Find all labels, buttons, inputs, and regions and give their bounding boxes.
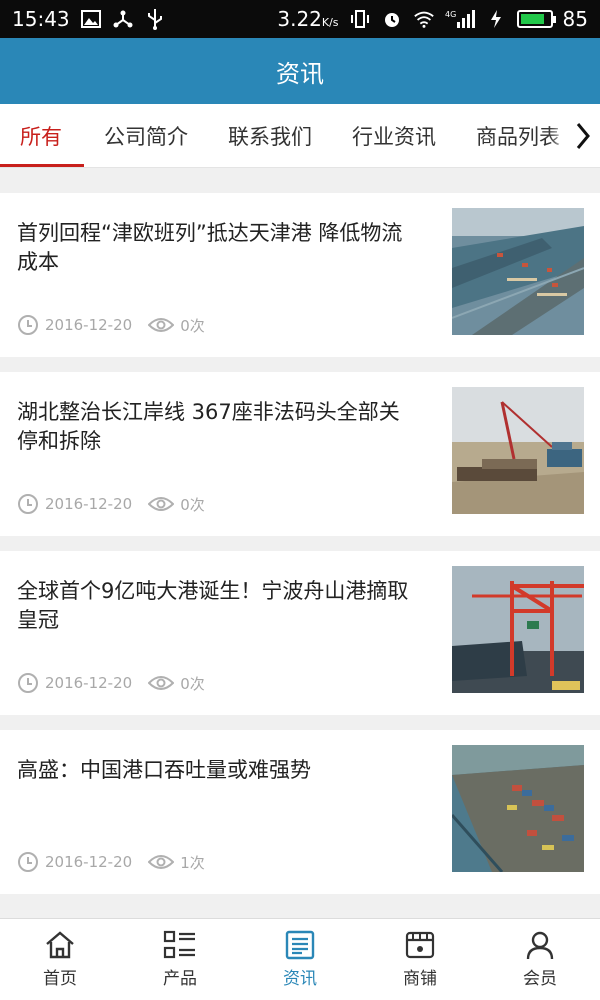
chevron-right-icon <box>576 123 590 149</box>
news-thumbnail[interactable] <box>452 208 584 335</box>
tab-industry-news-label: 行业资讯 <box>352 124 436 149</box>
shop-icon <box>405 931 435 959</box>
news-date: 2016-12-20 <box>45 495 133 513</box>
network-speed-unit: K/s <box>321 16 339 29</box>
battery-icon <box>516 10 556 28</box>
tabs-scroll-right-button[interactable] <box>566 104 600 167</box>
eye-icon <box>148 853 175 871</box>
nav-shop-label: 商铺 <box>403 969 437 989</box>
news-item[interactable]: 全球首个9亿吨大港诞生！宁波舟山港摘取皇冠 2016-12-20 0次 <box>0 551 600 715</box>
nav-news[interactable]: 资讯 <box>240 919 360 1000</box>
page-title: 资讯 <box>276 59 324 88</box>
share-icon <box>112 8 134 30</box>
news-thumbnail[interactable] <box>452 745 584 872</box>
news-title[interactable]: 首列回程“津欧班列”抵达天津港 降低物流成本 <box>17 219 417 277</box>
news-list: 首列回程“津欧班列”抵达天津港 降低物流成本 2016-12-20 0次 湖北整… <box>0 193 600 909</box>
usb-icon <box>144 8 166 30</box>
nav-shop[interactable]: 商铺 <box>360 919 480 1000</box>
grid-list-icon <box>163 930 195 959</box>
tab-company-intro-label: 公司简介 <box>104 124 188 149</box>
tab-industry-news[interactable]: 行业资讯 <box>332 104 456 167</box>
tab-product-list[interactable]: 商品列表 <box>456 104 580 167</box>
tab-all-label: 所有 <box>20 124 62 149</box>
tab-contact-us-label: 联系我们 <box>228 124 312 149</box>
news-item[interactable]: 高盛：中国港口吞吐量或难强势 2016-12-20 1次 <box>0 730 600 894</box>
news-views: 0次 <box>180 495 205 514</box>
news-item[interactable]: 湖北整治长江岸线 367座非法码头全部关停和拆除 2016-12-20 0次 <box>0 372 600 536</box>
news-date: 2016-12-20 <box>45 316 133 334</box>
nav-products-label: 产品 <box>163 969 197 989</box>
clock-icon <box>17 672 39 694</box>
nav-products[interactable]: 产品 <box>120 919 240 1000</box>
news-meta: 2016-12-20 0次 <box>17 314 205 336</box>
network-speed-value: 3.22 <box>277 7 322 31</box>
tab-all[interactable]: 所有 <box>0 104 84 167</box>
user-icon <box>526 931 554 960</box>
status-bar: 15:43 3.22K/s 4G 85 <box>0 0 600 38</box>
tab-product-list-label: 商品列表 <box>476 124 560 149</box>
nav-home[interactable]: 首页 <box>0 919 120 1000</box>
tab-contact-us[interactable]: 联系我们 <box>208 104 332 167</box>
clock-icon <box>17 851 39 873</box>
charging-icon <box>485 8 507 30</box>
signal-label: 4G <box>445 10 456 19</box>
clock-icon <box>17 493 39 515</box>
category-tabs: 所有 公司简介 联系我们 行业资讯 商品列表 <box>0 104 600 168</box>
news-title[interactable]: 全球首个9亿吨大港诞生！宁波舟山港摘取皇冠 <box>17 577 417 635</box>
news-views: 0次 <box>180 316 205 335</box>
news-title[interactable]: 高盛：中国港口吞吐量或难强势 <box>17 756 417 785</box>
status-right: 3.22K/s 4G 85 <box>277 7 588 31</box>
news-icon <box>285 930 315 960</box>
news-meta: 2016-12-20 1次 <box>17 851 205 873</box>
news-thumbnail[interactable] <box>452 387 584 514</box>
app-screen: 15:43 3.22K/s 4G 85 资讯 所有 公司简介 联系我们 行业资讯… <box>0 0 600 1000</box>
battery-percent: 85 <box>562 7 588 31</box>
clock-icon <box>17 314 39 336</box>
news-meta: 2016-12-20 0次 <box>17 672 205 694</box>
alarm-icon <box>381 8 403 30</box>
vibrate-icon <box>349 8 371 30</box>
news-title[interactable]: 湖北整治长江岸线 367座非法码头全部关停和拆除 <box>17 398 417 456</box>
status-time: 15:43 <box>12 7 70 31</box>
wifi-icon <box>413 8 435 30</box>
status-left: 15:43 <box>12 7 166 31</box>
eye-icon <box>148 316 175 334</box>
news-thumbnail[interactable] <box>452 566 584 693</box>
bottom-nav: 首页 产品 资讯 商铺 会员 <box>0 918 600 1000</box>
news-date: 2016-12-20 <box>45 674 133 692</box>
news-meta: 2016-12-20 0次 <box>17 493 205 515</box>
page-header: 资讯 <box>0 38 600 104</box>
home-icon <box>46 931 74 959</box>
nav-news-label: 资讯 <box>283 969 317 989</box>
nav-member[interactable]: 会员 <box>480 919 600 1000</box>
news-views: 1次 <box>180 853 205 872</box>
news-item[interactable]: 首列回程“津欧班列”抵达天津港 降低物流成本 2016-12-20 0次 <box>0 193 600 357</box>
network-speed: 3.22K/s <box>277 7 338 31</box>
tab-company-intro[interactable]: 公司简介 <box>84 104 208 167</box>
signal-icon: 4G <box>445 8 475 30</box>
news-views: 0次 <box>180 674 205 693</box>
nav-home-label: 首页 <box>43 969 77 989</box>
battery-level <box>520 14 545 24</box>
image-icon <box>80 8 102 30</box>
eye-icon <box>148 674 175 692</box>
news-date: 2016-12-20 <box>45 853 133 871</box>
nav-member-label: 会员 <box>523 969 557 989</box>
eye-icon <box>148 495 175 513</box>
